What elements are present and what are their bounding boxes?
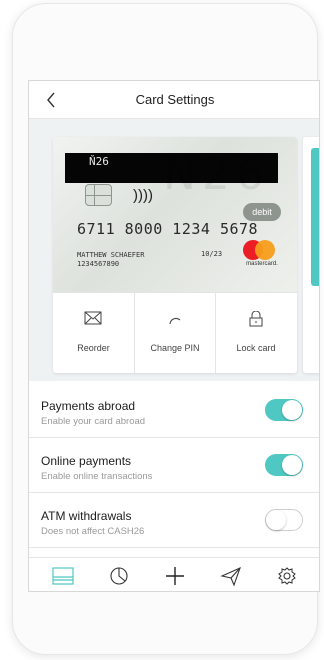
- setting-title: Online payments: [41, 454, 132, 468]
- tab-settings[interactable]: [275, 565, 299, 587]
- toggle-knob: [266, 510, 286, 530]
- nav-bar: Card Settings: [29, 81, 319, 119]
- next-card-image: [311, 148, 319, 286]
- card-holder: MATTHEW SCHAEFER 1234567890: [77, 251, 144, 269]
- toggle-knob: [282, 400, 302, 420]
- tab-stats[interactable]: [107, 565, 131, 587]
- card-holder-id: 1234567890: [77, 260, 120, 268]
- settings-list: Payments abroad Enable your card abroad …: [29, 383, 319, 548]
- pin-arc-icon: [169, 317, 181, 325]
- card-brand: Ň26: [89, 155, 109, 168]
- lock-card-button[interactable]: Lock card: [215, 293, 296, 373]
- setting-title: ATM withdrawals: [41, 509, 132, 523]
- cards-icon: [52, 567, 74, 585]
- setting-title: Payments abroad: [41, 399, 136, 413]
- mastercard-yellow-circle: [255, 240, 275, 260]
- mastercard-wordmark: mastercard.: [246, 261, 278, 267]
- card-holder-name: MATTHEW SCHAEFER: [77, 251, 145, 259]
- setting-subtitle: Enable online transactions: [41, 471, 153, 482]
- card-carousel[interactable]: Ň26 N26 )))) debit 6711 8000 1234 5678 1…: [29, 119, 319, 381]
- setting-payments-abroad[interactable]: Payments abroad Enable your card abroad: [29, 383, 319, 438]
- envelope-icon: [84, 311, 102, 325]
- plus-icon: [166, 567, 184, 585]
- card-expiry: 10/23: [201, 250, 223, 258]
- reorder-label: Reorder: [77, 343, 110, 353]
- payments-abroad-toggle[interactable]: [265, 399, 303, 421]
- tab-bar: [29, 557, 319, 591]
- tab-send[interactable]: [219, 565, 243, 587]
- card-actions: Reorder Change PIN Lock card: [53, 292, 297, 373]
- toggle-knob: [282, 455, 302, 475]
- lock-icon: [249, 311, 263, 327]
- atm-withdrawals-toggle[interactable]: [265, 509, 303, 531]
- setting-atm-withdrawals[interactable]: ATM withdrawals Does not affect CASH26: [29, 493, 319, 548]
- lock-card-label: Lock card: [236, 343, 276, 353]
- next-card-preview[interactable]: [303, 137, 319, 373]
- chip-icon: [85, 184, 112, 206]
- page-title: Card Settings: [135, 92, 215, 107]
- app-screen: Card Settings Ň26 N26 )))) debit 6711 80…: [28, 80, 320, 592]
- setting-subtitle: Enable your card abroad: [41, 416, 146, 427]
- card-number: 6711 8000 1234 5678: [77, 220, 259, 238]
- send-icon: [220, 566, 241, 587]
- card-image[interactable]: Ň26 N26 )))) debit 6711 8000 1234 5678 1…: [53, 137, 297, 292]
- setting-online-payments[interactable]: Online payments Enable online transactio…: [29, 438, 319, 493]
- change-pin-button[interactable]: Change PIN: [134, 293, 215, 373]
- contactless-icon: )))): [133, 187, 153, 204]
- online-payments-toggle[interactable]: [265, 454, 303, 476]
- debit-badge: debit: [243, 203, 281, 221]
- mastercard-logo: mastercard.: [239, 240, 285, 270]
- reorder-button[interactable]: Reorder: [53, 293, 134, 373]
- tab-cards[interactable]: [51, 565, 75, 587]
- setting-subtitle: Does not affect CASH26: [41, 526, 145, 537]
- gear-icon: [278, 567, 296, 585]
- card-watermark: N26: [163, 149, 270, 200]
- card-panel: Ň26 N26 )))) debit 6711 8000 1234 5678 1…: [53, 137, 297, 373]
- change-pin-label: Change PIN: [150, 343, 200, 353]
- stats-icon: [110, 567, 128, 585]
- tab-add[interactable]: [163, 565, 187, 587]
